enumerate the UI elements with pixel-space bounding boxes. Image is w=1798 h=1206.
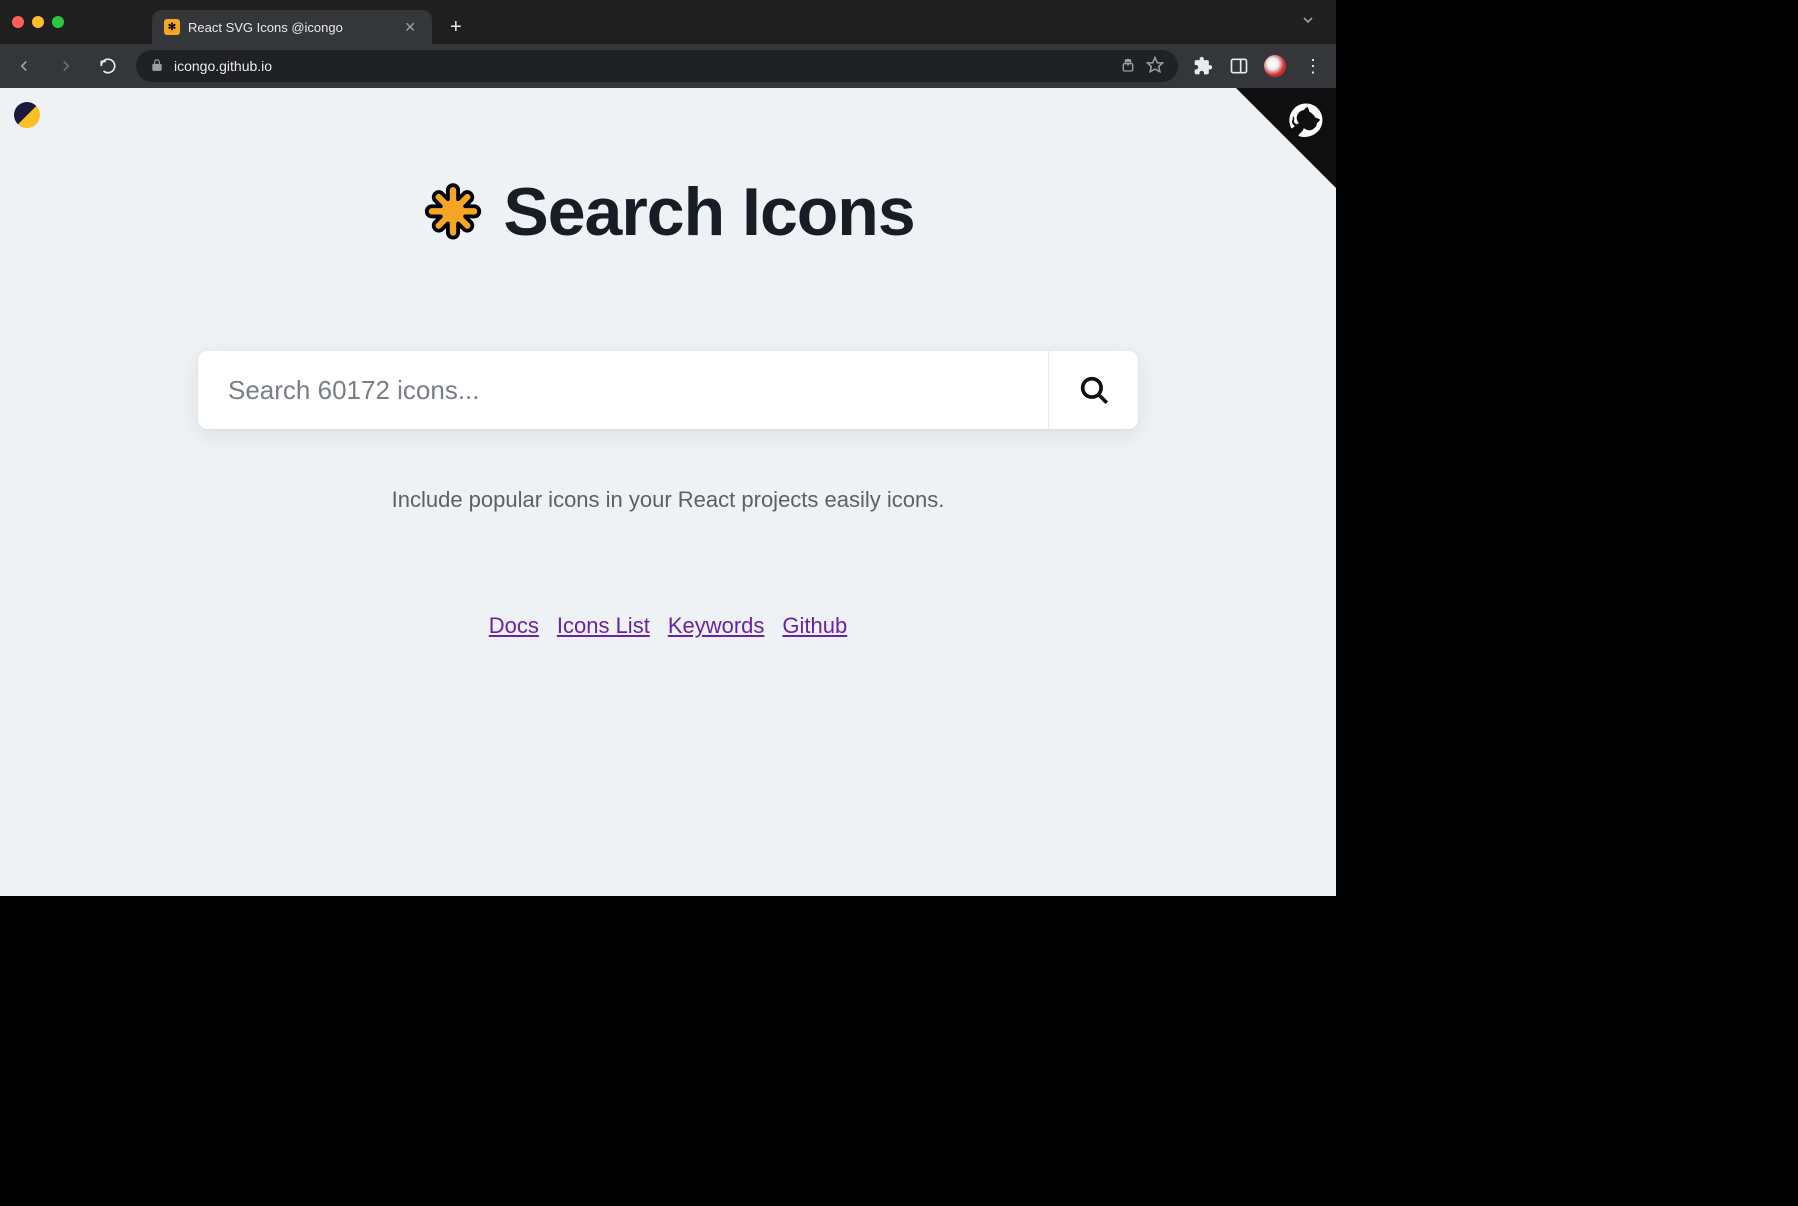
bookmark-star-icon[interactable] (1146, 56, 1164, 77)
url-text: icongo.github.io (174, 58, 1110, 74)
search-box (198, 351, 1138, 429)
sidepanel-icon[interactable] (1228, 55, 1250, 77)
extension-icons: ⋮ (1192, 55, 1326, 77)
window-maximize-button[interactable] (52, 16, 64, 28)
search-input[interactable] (198, 351, 1048, 429)
theme-toggle-button[interactable] (14, 102, 40, 128)
window-minimize-button[interactable] (32, 16, 44, 28)
logo-asterisk-icon (421, 180, 485, 244)
search-button[interactable] (1048, 351, 1138, 429)
search-icon (1077, 373, 1111, 407)
window-controls (12, 16, 64, 28)
tab-close-button[interactable]: ✕ (400, 19, 420, 36)
github-cat-icon (1281, 95, 1332, 146)
hero: Search Icons (178, 173, 1158, 251)
forward-button[interactable] (52, 52, 80, 80)
github-corner-link[interactable] (1236, 88, 1336, 188)
browser-toolbar: icongo.github.io ⋮ (0, 44, 1336, 88)
share-icon[interactable] (1120, 57, 1136, 76)
extensions-button[interactable] (1192, 55, 1214, 77)
page-title: Search Icons (503, 173, 914, 251)
footer-links: Docs Icons List Keywords Github (178, 613, 1158, 639)
page-content: Search Icons Include popular icons in yo… (0, 88, 1336, 896)
tagline-text: Include popular icons in your React proj… (178, 487, 1158, 513)
link-docs[interactable]: Docs (489, 613, 539, 639)
new-tab-button[interactable]: + (440, 12, 472, 43)
browser-chrome: ✻ React SVG Icons @icongo ✕ + icongo.git… (0, 0, 1336, 88)
tab-favicon-icon: ✻ (164, 19, 180, 35)
address-bar[interactable]: icongo.github.io (136, 50, 1178, 82)
link-github[interactable]: Github (782, 613, 847, 639)
browser-menu-button[interactable]: ⋮ (1300, 56, 1326, 77)
main-content: Search Icons Include popular icons in yo… (178, 88, 1158, 639)
tab-title: React SVG Icons @icongo (188, 20, 392, 35)
reload-button[interactable] (94, 52, 122, 80)
titlebar: ✻ React SVG Icons @icongo ✕ + (0, 0, 1336, 44)
back-button[interactable] (10, 52, 38, 80)
browser-tab[interactable]: ✻ React SVG Icons @icongo ✕ (152, 10, 432, 44)
link-icons-list[interactable]: Icons List (557, 613, 650, 639)
lock-icon (150, 58, 164, 75)
window-close-button[interactable] (12, 16, 24, 28)
profile-avatar[interactable] (1264, 55, 1286, 77)
link-keywords[interactable]: Keywords (668, 613, 765, 639)
tabs-dropdown-button[interactable] (1292, 12, 1324, 33)
